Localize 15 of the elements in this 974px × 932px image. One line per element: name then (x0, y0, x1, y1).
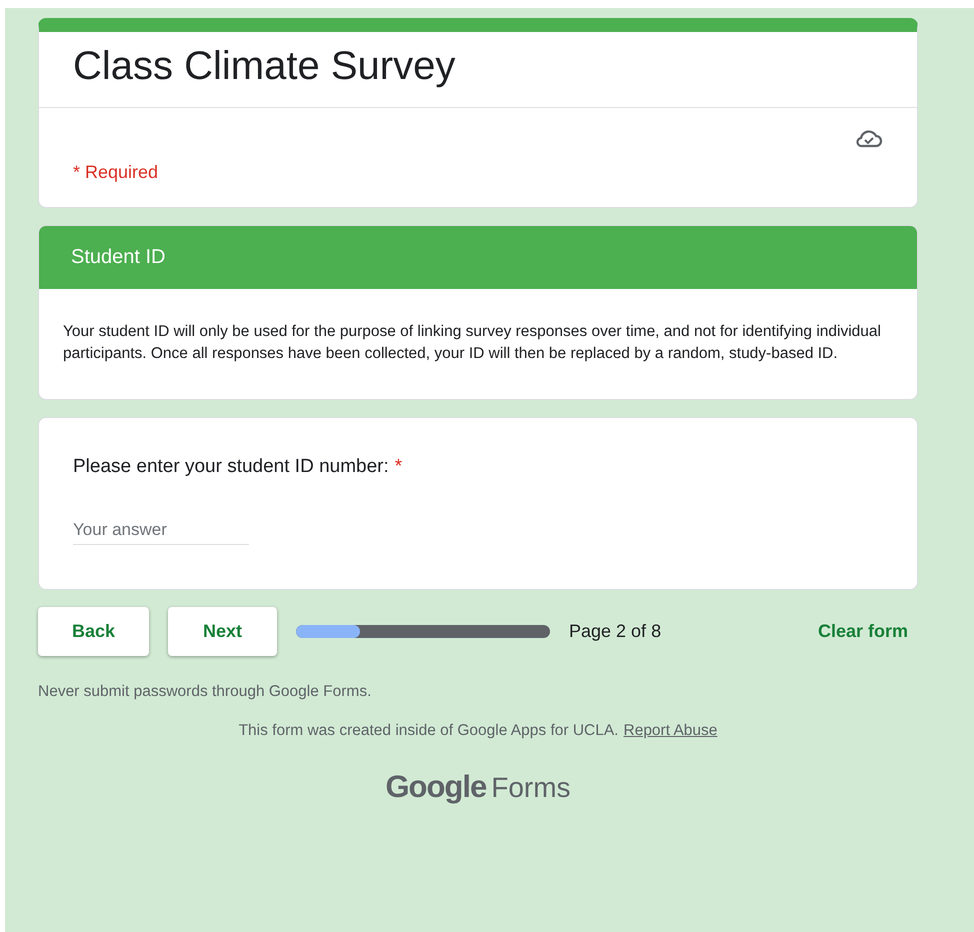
page-indicator: Page 2 of 8 (569, 621, 662, 642)
required-mark: * (394, 456, 402, 477)
forms-logo: Google Forms (384, 769, 572, 805)
clear-form-button[interactable]: Clear form (808, 621, 918, 642)
password-warning: Never submit passwords through Google Forms. (38, 683, 372, 701)
section-title: Student ID (39, 226, 917, 289)
back-button[interactable]: Back (38, 607, 149, 656)
required-note: * Required (73, 162, 160, 183)
report-abuse-link[interactable]: Report Abuse (624, 722, 718, 740)
form-title: Class Climate Survey (39, 32, 917, 108)
question-label: Please enter your student ID number: (73, 456, 389, 477)
footer-note: This form was created inside of Google Apps for UCLA. (238, 722, 618, 740)
section-description: Your student ID will only be used for the purpose of linking survey responses over time, and not for identifying individual participants. Once all responses have been collected, your ID will then be replaced by a random, study-based ID. (62, 322, 882, 364)
cloud-check-icon (855, 128, 883, 148)
next-button[interactable]: Next (168, 607, 277, 656)
